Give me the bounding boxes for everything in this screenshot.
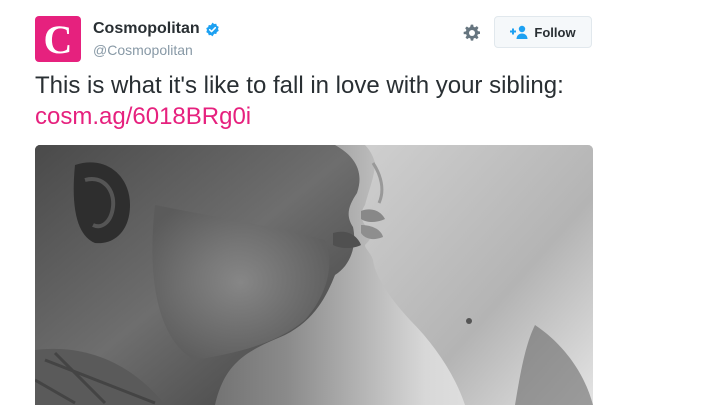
tweet-photo[interactable] [35, 145, 593, 405]
verified-badge-icon [205, 22, 219, 36]
follow-button[interactable]: Follow [494, 16, 592, 48]
avatar[interactable]: C [35, 16, 81, 62]
avatar-logo: C [43, 17, 73, 62]
gear-icon[interactable] [462, 23, 482, 43]
tweet-link[interactable]: cosm.ag/6018BRg0i [35, 103, 251, 130]
account-name-row: Cosmopolitan [93, 20, 220, 38]
tweet-text: This is what it's like to fall in love w… [35, 70, 615, 132]
follow-label: Follow [534, 24, 576, 40]
photo-image [35, 145, 593, 405]
add-user-icon [510, 25, 528, 39]
display-name[interactable]: Cosmopolitan [93, 20, 200, 38]
account-handle[interactable]: @Cosmopolitan [93, 42, 193, 58]
tweet-body: This is what it's like to fall in love w… [35, 72, 564, 99]
